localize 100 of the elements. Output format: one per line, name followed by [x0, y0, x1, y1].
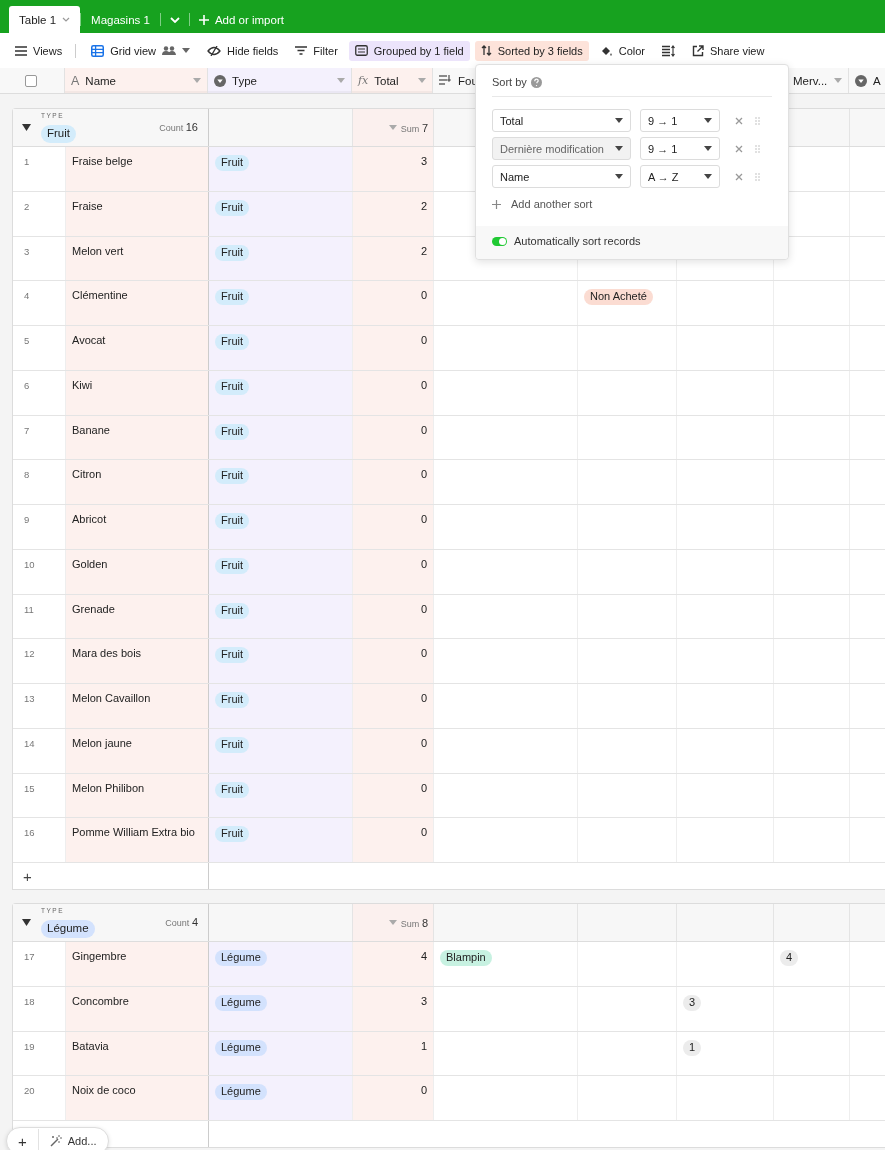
dropdown-field-icon [855, 74, 867, 87]
add-sort-button[interactable]: Add another sort [492, 198, 593, 210]
toggle-label: Automatically sort records [514, 235, 641, 247]
total-cell: 0 [353, 370, 434, 415]
remove-sort-button[interactable] [735, 116, 743, 125]
total-cell: 0 [353, 1076, 434, 1120]
name-cell: Concombre [66, 986, 209, 1031]
total-cell: 0 [353, 549, 434, 594]
count-tag: 3 [683, 994, 702, 1011]
type-tag: Fruit [215, 557, 249, 574]
total-cell: 2 [353, 236, 434, 281]
name-cell: Grenade [66, 594, 209, 639]
caret-icon [615, 118, 623, 123]
plus-icon [492, 199, 501, 209]
eye-slash-icon[interactable] [207, 45, 221, 56]
table-tab[interactable]: Table 1 [9, 6, 81, 33]
add-button[interactable]: + [7, 1129, 39, 1150]
type-tag: Légume [215, 950, 267, 966]
drag-handle-icon[interactable] [755, 116, 760, 125]
close-icon [735, 144, 743, 153]
type-tag: Fruit [215, 378, 249, 395]
grid-button[interactable]: Grid view [85, 40, 196, 61]
type-tag: Fruit [215, 334, 249, 350]
total-cell: 4 [353, 942, 434, 986]
type-tag: Fruit [215, 468, 249, 485]
share-icon[interactable] [692, 44, 704, 57]
count-tag: 4 [780, 950, 799, 966]
triangle-down-icon [22, 918, 31, 927]
sort-arrows-icon[interactable] [480, 45, 492, 56]
color-button[interactable]: Color [593, 40, 651, 61]
total-cell: 0 [353, 460, 434, 504]
type-tag: Légume [215, 1084, 267, 1101]
type-tag: Fruit [215, 692, 249, 708]
column-header[interactable]: A Name [65, 68, 208, 93]
total-cell: 0 [353, 818, 434, 862]
formula-icon: fx [358, 74, 369, 87]
collapse-toggle[interactable] [22, 918, 31, 927]
name-cell: Gingembre [66, 942, 209, 986]
type-tag: Fruit [215, 647, 249, 664]
row-height-icon[interactable] [662, 44, 675, 57]
list-box-icon[interactable] [354, 45, 368, 56]
sort-field-select[interactable]: Total [492, 109, 631, 132]
type-tag: Fruit [215, 781, 249, 798]
share-button[interactable]: Share view [686, 40, 771, 61]
remove-sort-button[interactable] [735, 172, 743, 181]
sort-button[interactable]: Sorted by 3 fields [474, 40, 589, 61]
filter-button[interactable]: Filter [289, 40, 344, 61]
total-cell: 1 [353, 1031, 434, 1076]
drag-handle-icon[interactable] [755, 172, 760, 181]
text-field-icon: A [71, 73, 80, 88]
group-button[interactable]: Grouped by 1 field [348, 40, 470, 61]
select-all-checkbox[interactable] [25, 74, 37, 87]
column-header[interactable]: fx Total [352, 68, 433, 93]
sort-field-select[interactable]: Name [492, 165, 631, 188]
type-tag: Fruit [215, 244, 249, 261]
chevron-icon [169, 16, 180, 23]
column-header[interactable]: Type [208, 68, 352, 93]
total-cell: 2 [353, 191, 434, 236]
count-tag: 1 [683, 1039, 702, 1056]
record-count: Count 4 [165, 916, 198, 928]
toggle-switch[interactable] [492, 236, 507, 246]
collapse-toggle[interactable] [22, 123, 31, 132]
caret-icon [182, 48, 190, 53]
name-cell: Mara des bois [66, 639, 209, 683]
menu-icon[interactable] [15, 45, 27, 56]
remove-sort-button[interactable] [735, 144, 743, 153]
total-cell: 0 [353, 505, 434, 549]
name-cell: Noix de coco [66, 1076, 209, 1120]
caret-icon [388, 920, 397, 925]
add-menu-button[interactable]: Add... [38, 1129, 108, 1150]
type-tag: Fruit [215, 602, 249, 619]
total-cell: 0 [353, 728, 434, 773]
total-cell: 0 [353, 281, 434, 325]
chevron-icon [62, 17, 71, 22]
sort-direction-select[interactable]: 9 → 1 [640, 109, 720, 132]
caret-icon [388, 125, 397, 130]
name-cell: Melon vert [66, 236, 209, 281]
sort-direction-select[interactable]: A → Z [640, 165, 720, 188]
name-cell: Fraise belge [66, 147, 209, 191]
popup-title: Sort by [492, 76, 527, 88]
type-tag: Fruit [215, 289, 249, 306]
total-cell: 0 [353, 639, 434, 683]
grid-icon[interactable] [91, 44, 105, 57]
help-icon[interactable] [530, 76, 542, 88]
views-button[interactable]: Views [9, 40, 69, 61]
type-tag: Légume [215, 1039, 267, 1056]
name-cell: Clémentine [66, 281, 209, 325]
type-tag: Fruit [215, 826, 249, 843]
hide-button[interactable]: Hide fields [201, 40, 285, 61]
name-cell: Citron [66, 460, 209, 504]
name-cell: Melon Cavaillon [66, 684, 209, 728]
magic-wand-icon [49, 1135, 62, 1147]
total-cell: 0 [353, 326, 434, 370]
total-cell: 3 [353, 986, 434, 1031]
dropdown-field-icon [214, 74, 226, 87]
name-cell: Abricot [66, 505, 209, 549]
name-cell: Fraise [66, 191, 209, 236]
drag-handle-icon[interactable] [755, 144, 760, 153]
caret-icon [615, 174, 623, 179]
filter-icon[interactable] [295, 46, 308, 55]
